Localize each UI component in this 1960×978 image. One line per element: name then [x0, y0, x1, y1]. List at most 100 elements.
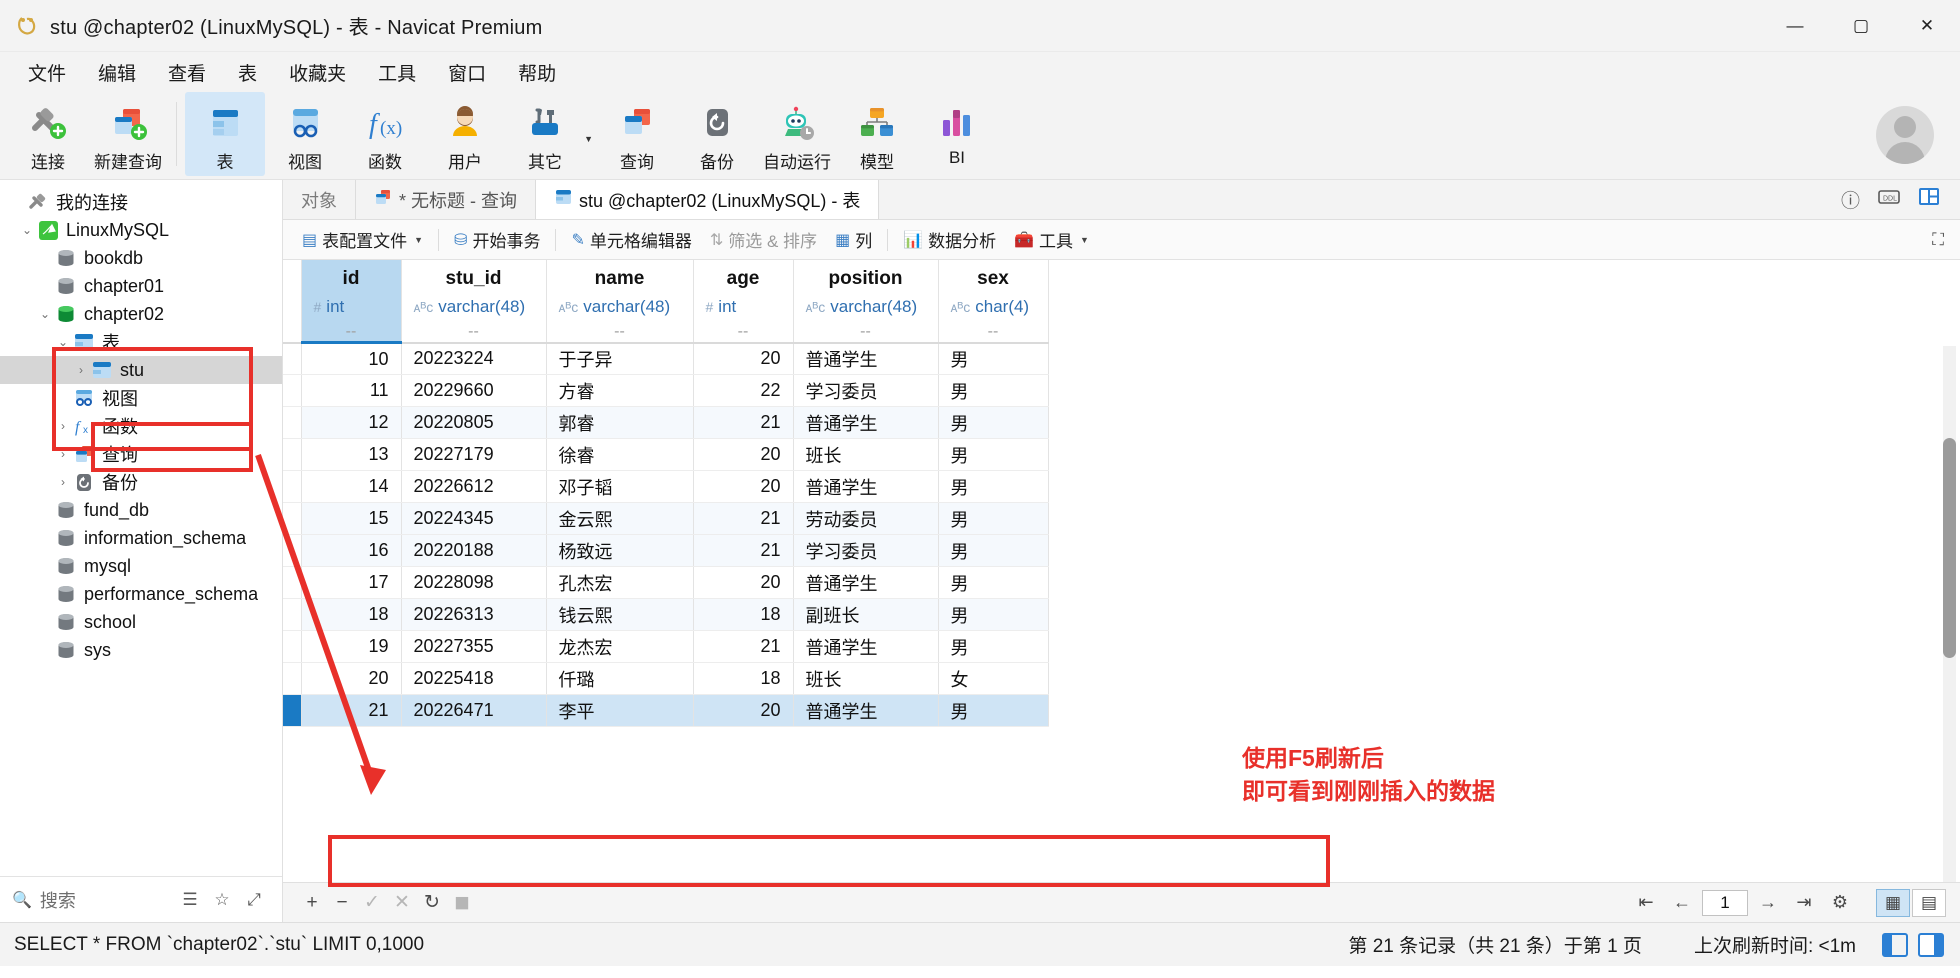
cell-id[interactable]: 15 — [301, 502, 402, 535]
toolbar-user[interactable]: 用户 — [425, 92, 505, 176]
tools-button[interactable]: 🧰 工具 ▼ — [1005, 224, 1098, 255]
menu-item-table[interactable]: 表 — [222, 55, 273, 90]
info-icon[interactable]: ⓘ — [1841, 186, 1860, 213]
cell-name[interactable]: 仟璐 — [546, 662, 694, 695]
tree-arrow[interactable]: › — [72, 363, 90, 377]
toolbar-backup[interactable]: 备份 — [677, 92, 757, 176]
cell-stu-id[interactable]: 20223224 — [401, 342, 547, 375]
cell-name[interactable]: 郭睿 — [546, 406, 694, 439]
tree-arrow[interactable]: › — [54, 419, 72, 433]
tree-node-my-connections[interactable]: 我的连接 — [0, 188, 282, 216]
cell-id[interactable]: 10 — [301, 342, 402, 375]
cell-id[interactable]: 12 — [301, 406, 402, 439]
menu-item-window[interactable]: 窗口 — [432, 55, 502, 90]
cell-position[interactable]: 普通学生 — [793, 694, 939, 727]
tree-node-information-schema[interactable]: information_schema — [0, 524, 282, 552]
cell-stu-id[interactable]: 20227179 — [401, 438, 547, 471]
cell-position[interactable]: 学习委员 — [793, 374, 939, 407]
table-row[interactable]: 10 20223224 于子异 20 普通学生 男 — [283, 342, 1049, 375]
tree-arrow[interactable]: › — [54, 447, 72, 461]
cell-age[interactable]: 20 — [693, 566, 794, 599]
tree-arrow[interactable]: ⌄ — [36, 307, 54, 321]
menu-item-favorites[interactable]: 收藏夹 — [273, 55, 362, 90]
cell-name[interactable]: 杨致远 — [546, 534, 694, 567]
toolbar-function[interactable]: f (x) 函数 — [345, 92, 425, 176]
tree-node-functions-folder[interactable]: › fx 函数 — [0, 412, 282, 440]
cell-name[interactable]: 邓子韬 — [546, 470, 694, 503]
tree-node-sys[interactable]: sys — [0, 636, 282, 664]
cancel-button[interactable]: ✕ — [387, 891, 417, 914]
cell-age[interactable]: 22 — [693, 374, 794, 407]
tree-node-queries-folder[interactable]: › 查询 — [0, 440, 282, 468]
tree-node-performance-schema[interactable]: performance_schema — [0, 580, 282, 608]
cell-sex[interactable]: 男 — [938, 566, 1049, 599]
cell-id[interactable]: 13 — [301, 438, 402, 471]
table-row[interactable]: 21 20226471 李平 20 普通学生 男 — [283, 694, 1049, 727]
cell-editor-button[interactable]: ✎ 单元格编辑器 — [562, 224, 700, 255]
cell-age[interactable]: 20 — [693, 342, 794, 375]
user-avatar-button[interactable] — [1876, 106, 1934, 164]
tree-node-mysql[interactable]: mysql — [0, 552, 282, 580]
chevron-down-icon[interactable]: ▼ — [1080, 235, 1089, 245]
chevron-down-icon[interactable]: ▼ — [584, 134, 593, 144]
table-row[interactable]: 19 20227355 龙杰宏 21 普通学生 男 — [283, 630, 1049, 663]
cell-age[interactable]: 21 — [693, 406, 794, 439]
cell-age[interactable]: 20 — [693, 694, 794, 727]
cell-position[interactable]: 班长 — [793, 662, 939, 695]
table-profile-button[interactable]: ▤ 表配置文件 ▼ — [293, 224, 432, 255]
columns-button[interactable]: ▦ 列 — [826, 224, 881, 255]
tab-stu-table[interactable]: stu @chapter02 (LinuxMySQL) - 表 — [536, 180, 880, 219]
prev-page-button[interactable]: ← — [1666, 892, 1698, 913]
maximize-button[interactable]: ▢ — [1828, 0, 1894, 52]
grid-column-stu-id[interactable]: stu_id ᴀᴮᴄ varchar(48) -- — [401, 260, 547, 344]
cell-stu-id[interactable]: 20227355 — [401, 630, 547, 663]
cell-name[interactable]: 于子异 — [546, 342, 694, 375]
table-row[interactable]: 20 20225418 仟璐 18 班长 女 — [283, 662, 1049, 695]
menu-item-tools[interactable]: 工具 — [362, 55, 432, 90]
toolbar-others[interactable]: 其它 ▼ — [505, 92, 593, 176]
grid-column-position[interactable]: position ᴀᴮᴄ varchar(48) -- — [793, 260, 939, 344]
cell-id[interactable]: 11 — [301, 374, 402, 407]
tree-arrow[interactable]: ⌄ — [18, 223, 36, 237]
table-row[interactable]: 12 20220805 郭睿 21 普通学生 男 — [283, 406, 1049, 439]
cell-name[interactable]: 徐睿 — [546, 438, 694, 471]
refresh-button[interactable]: ↻ — [417, 891, 447, 914]
cell-stu-id[interactable]: 20224345 — [401, 502, 547, 535]
cell-position[interactable]: 普通学生 — [793, 406, 939, 439]
toolbar-automation[interactable]: 自动运行 — [757, 92, 837, 176]
cell-age[interactable]: 21 — [693, 502, 794, 535]
cell-position[interactable]: 普通学生 — [793, 342, 939, 375]
table-row[interactable]: 17 20228098 孔杰宏 20 普通学生 男 — [283, 566, 1049, 599]
cell-age[interactable]: 21 — [693, 534, 794, 567]
cell-stu-id[interactable]: 20225418 — [401, 662, 547, 695]
collapse-icon[interactable]: ⤢ — [238, 890, 270, 910]
vertical-scrollbar-thumb[interactable] — [1943, 438, 1956, 658]
cell-stu-id[interactable]: 20226612 — [401, 470, 547, 503]
tree-node-views-folder[interactable]: 视图 — [0, 384, 282, 412]
cell-position[interactable]: 劳动委员 — [793, 502, 939, 535]
table-row[interactable]: 16 20220188 杨致远 21 学习委员 男 — [283, 534, 1049, 567]
tree-node-tables-folder[interactable]: ⌄ 表 — [0, 328, 282, 356]
toolbar-query[interactable]: 查询 — [597, 92, 677, 176]
cell-age[interactable]: 18 — [693, 598, 794, 631]
add-record-button[interactable]: + — [297, 892, 327, 914]
toolbar-table[interactable]: 表 — [185, 92, 265, 176]
menu-item-view[interactable]: 查看 — [152, 55, 222, 90]
cell-id[interactable]: 18 — [301, 598, 402, 631]
cell-id[interactable]: 16 — [301, 534, 402, 567]
cell-name[interactable]: 金云熙 — [546, 502, 694, 535]
cell-id[interactable]: 21 — [301, 694, 402, 727]
chevron-down-icon[interactable]: ▼ — [414, 235, 423, 245]
cell-position[interactable]: 普通学生 — [793, 470, 939, 503]
gear-icon[interactable]: ⚙ — [1824, 892, 1856, 913]
cell-sex[interactable]: 男 — [938, 598, 1049, 631]
begin-transaction-button[interactable]: ⛁ 开始事务 — [445, 224, 549, 255]
cell-sex[interactable]: 男 — [938, 630, 1049, 663]
table-row[interactable]: 13 20227179 徐睿 20 班长 男 — [283, 438, 1049, 471]
stop-button[interactable]: ◼ — [447, 891, 477, 914]
table-row[interactable]: 15 20224345 金云熙 21 劳动委员 男 — [283, 502, 1049, 535]
cell-id[interactable]: 17 — [301, 566, 402, 599]
last-page-button[interactable]: ⇥ — [1788, 892, 1820, 913]
grid-view-icon[interactable]: ▦ — [1876, 888, 1910, 917]
cell-name[interactable]: 孔杰宏 — [546, 566, 694, 599]
